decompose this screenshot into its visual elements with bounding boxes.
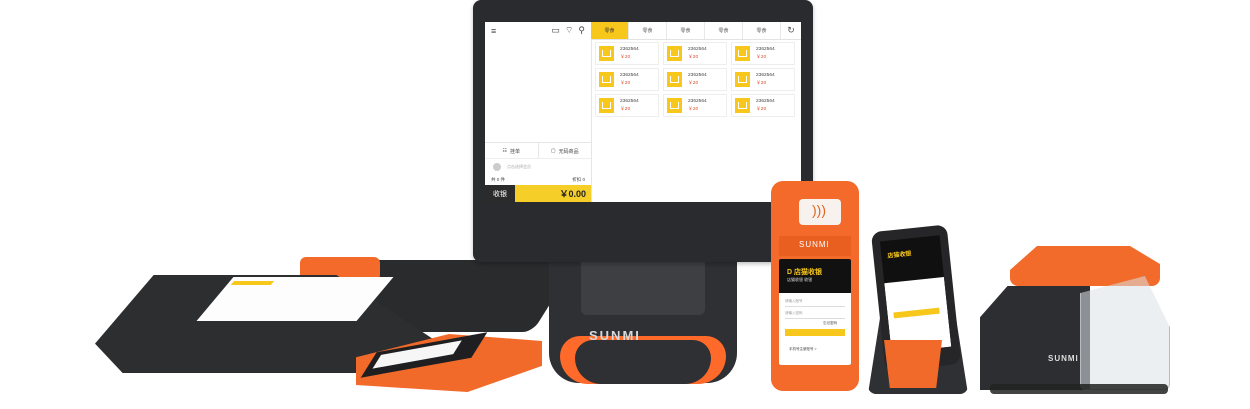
product-price: ￥20 (756, 54, 767, 60)
tab-category[interactable]: 零食 (591, 22, 629, 39)
kiosk-brand-logo: SUNMI (1048, 354, 1079, 363)
product-card[interactable]: 2362564 ￥20 (663, 94, 727, 117)
chat-icon[interactable]: ▭ (551, 25, 560, 35)
bag-icon (599, 98, 614, 113)
pos-monitor: ≡ ▭ ⌔ ⚲ 零食 零食 零食 零食 零食 ↻ ☷ 挂单 ▢ 无码商品 点击选择会 (473, 0, 813, 262)
product-price: ￥20 (756, 106, 767, 112)
product-code: 2362564 (620, 98, 639, 104)
product-code: 2362564 (756, 46, 775, 52)
nfc-icon: ))) (812, 202, 826, 218)
product-price: ￥20 (620, 80, 631, 86)
product-price: ￥20 (688, 106, 699, 112)
product-card[interactable]: 2362564 ￥20 (595, 42, 659, 65)
product-price: ￥20 (620, 106, 631, 112)
checkout-button[interactable]: 收银 (485, 185, 515, 202)
product-card[interactable]: 2362564 ￥20 (663, 68, 727, 91)
product-code: 2362564 (688, 72, 707, 78)
handheld-terminal-lying (356, 320, 542, 394)
cart-panel: ☷ 挂单 ▢ 无码商品 点击选择会员 共 0 件 折扣 0 收银 ￥0.00 (485, 39, 592, 202)
login-button[interactable] (893, 307, 940, 319)
product-code: 2362564 (620, 46, 639, 52)
tab-category[interactable]: 零食 (743, 22, 781, 39)
product-code: 2362564 (756, 98, 775, 104)
tab-category[interactable]: 零食 (629, 22, 667, 39)
bag-icon (735, 72, 750, 87)
bag-icon (599, 46, 614, 61)
product-price: ￥20 (688, 80, 699, 86)
avatar (493, 162, 501, 171)
product-card[interactable]: 2362564 ￥20 (663, 42, 727, 65)
product-price: ￥20 (756, 80, 767, 86)
refresh-icon[interactable]: ↻ (781, 22, 801, 39)
product-card[interactable]: 2362564 ￥20 (595, 68, 659, 91)
kiosk-body (980, 286, 1090, 390)
pos-brand-logo: SUNMI (589, 328, 641, 343)
product-card[interactable]: 2362564 ￥20 (731, 68, 795, 91)
menu-icon[interactable]: ≡ (491, 26, 496, 36)
app-subtitle: 店猫收银 收银 (787, 277, 813, 282)
kiosk-transparent-cover (1080, 276, 1170, 390)
bag-icon (667, 98, 682, 113)
discount-label[interactable]: 折扣 0 (572, 177, 585, 185)
product-price: ￥20 (688, 54, 699, 60)
box-icon: ▢ (550, 148, 556, 154)
member-select[interactable]: 点击选择会员 (485, 158, 591, 174)
handheld-terminal-standing: ))) SUNMI D 店猫收银 店猫收银 收银 请输入账号 请输入密码 忘记密… (771, 181, 859, 391)
forgot-password-link[interactable]: 忘记密码 (823, 321, 837, 326)
app-logo: D 店猫收银 (787, 269, 822, 276)
product-card[interactable]: 2362564 ￥20 (731, 42, 795, 65)
dock-orange-front (884, 340, 942, 388)
no-barcode-item-button[interactable]: ▢ 无码商品 (539, 143, 592, 159)
register-link[interactable]: 手机号注册账号 > (789, 347, 817, 352)
product-grid: 2362564 ￥20 2362564 ￥20 2362564 ￥20 2362564 ￥20… (595, 42, 795, 117)
bag-icon (735, 98, 750, 113)
product-code: 2362564 (688, 98, 707, 104)
pos-base-cover (575, 340, 711, 384)
pos-topbar: ≡ ▭ ⌔ ⚲ 零食 零食 零食 零食 零食 ↻ (485, 22, 801, 40)
app-logo: 店猫收银 (887, 251, 912, 260)
wifi-icon: ⌔ (564, 25, 574, 35)
phone-screen: 店猫收银 (879, 235, 952, 353)
category-tabs: 零食 零食 零食 零食 零食 ↻ (591, 22, 801, 39)
hold-order-button[interactable]: ☷ 挂单 (485, 143, 539, 159)
account-field[interactable]: 请输入账号 (785, 299, 845, 307)
product-card[interactable]: 2362564 ￥20 (595, 94, 659, 117)
search-icon[interactable]: ⚲ (578, 25, 585, 35)
login-button[interactable] (785, 329, 845, 336)
handheld-screen: D 店猫收银 店猫收银 收银 请输入账号 请输入密码 忘记密码 手机号注册账号 … (779, 259, 851, 365)
product-code: 2362564 (756, 72, 775, 78)
checkout-bar[interactable]: 收银 ￥0.00 (485, 185, 591, 202)
bag-icon (599, 72, 614, 87)
handheld-brand-logo: SUNMI (799, 240, 830, 249)
bag-icon (735, 46, 750, 61)
product-code: 2362564 (688, 46, 707, 52)
kiosk-printer-device: SUNMI (980, 246, 1170, 396)
password-field[interactable]: 请输入密码 (785, 311, 845, 319)
product-card[interactable]: 2362564 ￥20 (731, 94, 795, 117)
order-total: ￥0.00 (559, 189, 586, 199)
product-price: ￥20 (620, 54, 631, 60)
bag-icon (667, 46, 682, 61)
nfc-reader: ))) (799, 199, 841, 225)
tab-category[interactable]: 零食 (705, 22, 743, 39)
product-code: 2362564 (620, 72, 639, 78)
pos-screen: ≡ ▭ ⌔ ⚲ 零食 零食 零食 零食 零食 ↻ ☷ 挂单 ▢ 无码商品 点击选择会 (485, 22, 801, 202)
bag-icon (667, 72, 682, 87)
login-form: 请输入账号 请输入密码 忘记密码 手机号注册账号 > (779, 293, 851, 365)
item-count: 共 0 件 (491, 177, 506, 182)
tab-category[interactable]: 零食 (667, 22, 705, 39)
list-icon: ☷ (502, 148, 507, 154)
